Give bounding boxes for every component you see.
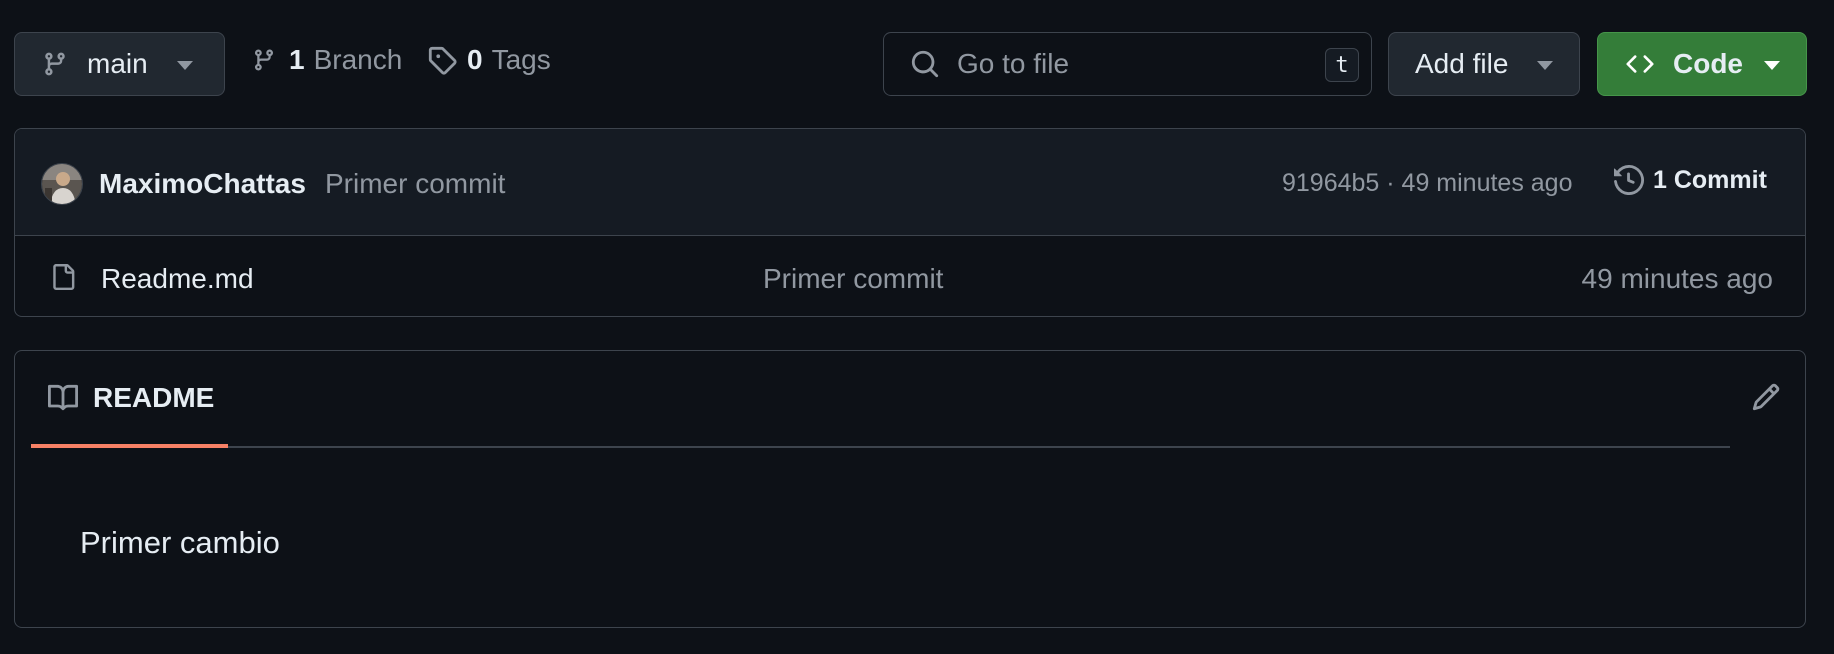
commit-hash-time[interactable]: 91964b5 · 49 minutes ago <box>1282 169 1573 198</box>
code-label: Code <box>1673 48 1743 79</box>
branches-label: Branch <box>313 44 403 75</box>
add-file-label: Add file <box>1415 48 1509 79</box>
file-name-link[interactable]: Readme.md <box>101 263 254 295</box>
code-button[interactable]: Code <box>1597 32 1807 96</box>
tab-readme[interactable]: README <box>31 351 228 448</box>
readme-panel: README Primer cambio <box>14 350 1806 628</box>
file-browser: MaximoChattas Primer commit 91964b5 · 49… <box>14 128 1806 317</box>
latest-commit-bar: MaximoChattas Primer commit 91964b5 · 49… <box>15 129 1805 236</box>
pencil-icon[interactable] <box>1751 382 1781 412</box>
history-icon <box>1614 165 1644 195</box>
file-icon <box>50 261 76 293</box>
tab-divider <box>228 446 1730 448</box>
commit-message[interactable]: Primer commit <box>325 168 505 200</box>
file-commit-message[interactable]: Primer commit <box>763 263 943 295</box>
branches-link[interactable]: 1 Branch <box>252 44 402 76</box>
branches-count: 1 <box>289 44 305 75</box>
file-commit-time: 49 minutes ago <box>1581 263 1773 294</box>
search-icon <box>910 49 940 79</box>
chevron-down-icon <box>1764 61 1780 70</box>
git-branch-icon <box>42 50 68 78</box>
git-branch-icon <box>252 46 276 74</box>
tags-link[interactable]: 0 Tags <box>427 44 551 76</box>
file-row[interactable]: Readme.md Primer commit 49 minutes ago <box>15 236 1805 316</box>
code-icon <box>1624 50 1656 78</box>
chevron-down-icon <box>177 61 193 70</box>
readme-content: Primer cambio <box>80 525 280 560</box>
branch-selector-label: main <box>87 48 148 79</box>
add-file-button[interactable]: Add file <box>1388 32 1580 96</box>
tag-icon <box>427 45 457 75</box>
go-to-file-input[interactable]: Go to file t <box>883 32 1372 96</box>
keyboard-shortcut-badge: t <box>1325 48 1359 82</box>
tags-label: Tags <box>491 44 551 75</box>
book-icon <box>47 383 79 413</box>
avatar[interactable] <box>41 163 83 205</box>
go-to-file-placeholder: Go to file <box>957 48 1070 79</box>
tab-readme-label: README <box>93 381 215 413</box>
commits-history-link[interactable]: 1 Commit <box>1614 165 1767 195</box>
branch-selector-button[interactable]: main <box>14 32 225 96</box>
tags-count: 0 <box>467 44 483 75</box>
commit-author[interactable]: MaximoChattas <box>99 168 306 200</box>
chevron-down-icon <box>1537 61 1553 70</box>
commits-count-label: 1 Commit <box>1653 165 1767 194</box>
